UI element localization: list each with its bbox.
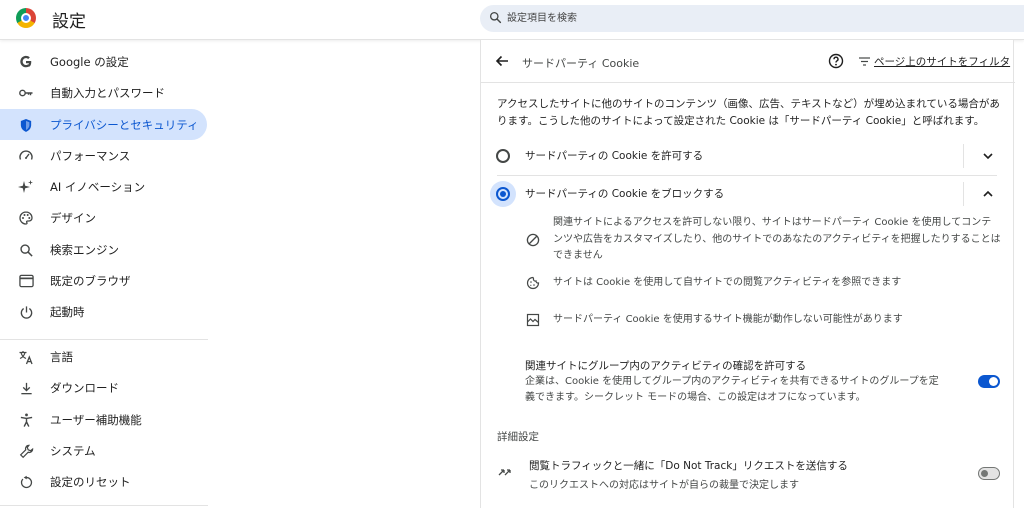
sidebar-item-label: ユーザー補助機能 bbox=[50, 413, 142, 427]
browser-window-icon bbox=[18, 273, 34, 289]
search-icon bbox=[18, 242, 34, 258]
sidebar: Google の設定 自動入力とパスワード プライバシーとセキュリティ パフォー… bbox=[0, 40, 208, 508]
top-bar: 設定 bbox=[0, 0, 1024, 40]
download-icon bbox=[18, 380, 34, 396]
speedometer-icon bbox=[18, 148, 34, 164]
filter-icon bbox=[859, 57, 870, 66]
related-sites-toggle[interactable] bbox=[978, 375, 1000, 388]
detail-item: 関連サイトによるアクセスを許可しない限り、サイトはサードパーティ Cookie … bbox=[521, 213, 1001, 265]
sidebar-item-performance[interactable]: パフォーマンス bbox=[0, 140, 207, 171]
related-sites-title: 関連サイトにグループ内のアクティビティの確認を許可する bbox=[525, 360, 807, 372]
sidebar-item-label: パフォーマンス bbox=[50, 149, 131, 163]
related-sites-description: 企業は、Cookie を使用してグループ内のアクティビティを共有できるサイトのグ… bbox=[525, 376, 939, 403]
detail-text: 関連サイトによるアクセスを許可しない限り、サイトはサードパーティ Cookie … bbox=[553, 217, 1001, 261]
sidebar-item-label: プライバシーとセキュリティ bbox=[50, 118, 199, 132]
sidebar-item-startup[interactable]: 起動時 bbox=[0, 296, 207, 327]
block-icon bbox=[526, 233, 540, 247]
do-not-track-icon bbox=[498, 469, 511, 476]
related-sites-setting: 関連サイトにグループ内のアクティビティの確認を許可する 企業は、Cookie を… bbox=[525, 358, 1005, 408]
block-third-party-cookies-option[interactable]: サードパーティの Cookie をブロックする bbox=[490, 175, 1003, 213]
detail-item: サイトは Cookie を使用して自サイトでの閲覧アクティビティを参照できます bbox=[521, 275, 1001, 295]
allow-third-party-cookies-option[interactable]: サードパーティの Cookie を許可する bbox=[491, 137, 1003, 175]
search-box[interactable] bbox=[480, 5, 1024, 32]
allow-option-label: サードパーティの Cookie を許可する bbox=[525, 150, 704, 162]
sidebar-item-languages[interactable]: 言語 bbox=[0, 341, 207, 372]
google-g-icon bbox=[18, 54, 34, 70]
accessibility-icon bbox=[18, 412, 34, 428]
back-arrow-icon[interactable] bbox=[493, 52, 511, 70]
do-not-track-description: このリクエストへの対応はサイトが自らの裁量で決定します bbox=[529, 480, 799, 491]
sidebar-item-search-engine[interactable]: 検索エンジン bbox=[0, 234, 207, 265]
intro-text: アクセスしたサイトに他のサイトのコンテンツ（画像、広告、テキストなど）が埋め込ま… bbox=[497, 98, 1000, 127]
broken-image-icon bbox=[526, 313, 540, 327]
detail-text: サイトは Cookie を使用して自サイトでの閲覧アクティビティを参照できます bbox=[553, 277, 902, 288]
help-icon[interactable] bbox=[828, 53, 844, 69]
cookie-icon bbox=[526, 276, 540, 290]
shield-icon bbox=[18, 117, 34, 133]
third-party-cookies-panel: サードパーティ Cookie ページ上のサイトをフィルタ アクセスしたサイトに他… bbox=[480, 40, 1015, 508]
sidebar-bottom-divider bbox=[0, 505, 208, 506]
sparkle-icon bbox=[18, 179, 34, 195]
do-not-track-toggle[interactable] bbox=[978, 467, 1000, 480]
sidebar-item-default-browser[interactable]: 既定のブラウザ bbox=[0, 265, 207, 296]
page-title: 設定 bbox=[52, 12, 86, 32]
chevron-down-icon[interactable] bbox=[981, 149, 995, 163]
block-radio[interactable] bbox=[496, 187, 510, 201]
key-icon bbox=[18, 85, 34, 101]
sidebar-item-label: 言語 bbox=[50, 350, 73, 364]
sidebar-item-label: 既定のブラウザ bbox=[50, 274, 131, 288]
sidebar-item-label: Google の設定 bbox=[50, 55, 129, 69]
search-input[interactable] bbox=[507, 5, 987, 32]
sidebar-item-system[interactable]: システム bbox=[0, 435, 207, 466]
header-divider bbox=[481, 82, 1015, 83]
sidebar-item-ai[interactable]: AI イノベーション bbox=[0, 171, 207, 202]
sidebar-item-label: システム bbox=[50, 444, 96, 458]
sidebar-item-label: 検索エンジン bbox=[50, 243, 119, 257]
sidebar-item-design[interactable]: デザイン bbox=[0, 202, 207, 233]
do-not-track-setting: 閲覧トラフィックと一緒に「Do Not Track」リクエストを送信する このリ… bbox=[497, 456, 1002, 494]
sidebar-item-google[interactable]: Google の設定 bbox=[0, 46, 207, 77]
sidebar-item-label: AI イノベーション bbox=[50, 180, 146, 194]
reset-icon bbox=[18, 474, 34, 490]
chrome-logo-icon bbox=[16, 8, 36, 28]
sidebar-divider bbox=[0, 339, 208, 340]
sidebar-item-label: ダウンロード bbox=[50, 381, 119, 395]
sidebar-item-label: 起動時 bbox=[50, 305, 85, 319]
sidebar-item-privacy[interactable]: プライバシーとセキュリティ bbox=[0, 109, 207, 140]
sidebar-item-autofill[interactable]: 自動入力とパスワード bbox=[0, 77, 207, 108]
advanced-section-title: 詳細設定 bbox=[497, 431, 539, 443]
do-not-track-title: 閲覧トラフィックと一緒に「Do Not Track」リクエストを送信する bbox=[529, 460, 848, 472]
palette-icon bbox=[18, 210, 34, 226]
option-divider bbox=[963, 144, 964, 168]
sidebar-item-downloads[interactable]: ダウンロード bbox=[0, 372, 207, 403]
allow-radio[interactable] bbox=[496, 149, 510, 163]
panel-title: サードパーティ Cookie bbox=[522, 57, 640, 70]
option-divider bbox=[963, 182, 964, 206]
sidebar-item-reset[interactable]: 設定のリセット bbox=[0, 466, 207, 497]
detail-item: サードパーティ Cookie を使用するサイト機能が動作しない可能性があります bbox=[521, 312, 1001, 332]
wrench-icon bbox=[18, 443, 34, 459]
sidebar-item-accessibility[interactable]: ユーザー補助機能 bbox=[0, 404, 207, 435]
block-option-label: サードパーティの Cookie をブロックする bbox=[525, 188, 725, 200]
search-icon bbox=[489, 11, 502, 24]
filter-sites-label: ページ上のサイトをフィルタ bbox=[874, 56, 1011, 68]
detail-text: サードパーティ Cookie を使用するサイト機能が動作しない可能性があります bbox=[553, 314, 903, 325]
sidebar-item-label: 設定のリセット bbox=[50, 475, 131, 489]
sidebar-item-label: 自動入力とパスワード bbox=[50, 86, 165, 100]
translate-icon bbox=[18, 349, 34, 365]
filter-sites-link[interactable]: ページ上のサイトをフィルタ bbox=[859, 54, 1010, 69]
sidebar-item-label: デザイン bbox=[50, 211, 96, 225]
power-icon bbox=[18, 304, 34, 320]
chevron-up-icon[interactable] bbox=[981, 187, 995, 201]
